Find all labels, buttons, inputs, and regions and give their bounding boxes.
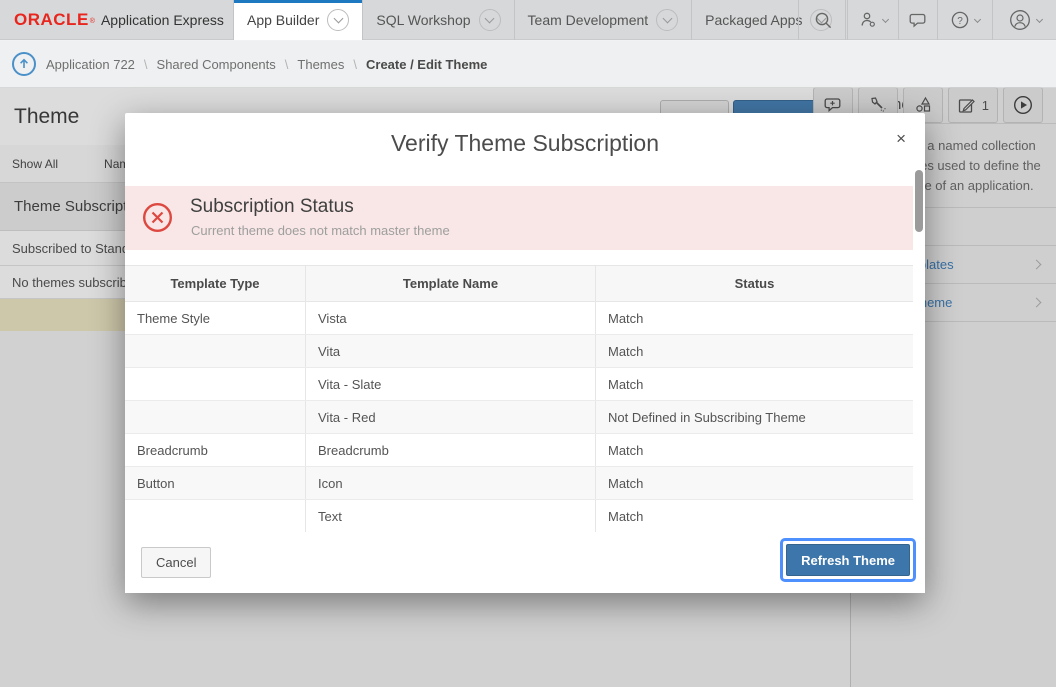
administration-icon [859, 11, 878, 29]
up-level-button[interactable] [12, 52, 36, 76]
nav-tab-label: App Builder [247, 12, 319, 28]
feedback-button[interactable] [898, 0, 937, 40]
search-button[interactable] [798, 0, 847, 40]
alert-title: Subscription Status [190, 196, 354, 218]
nav-tab-label: Team Development [528, 12, 649, 28]
breadcrumb-item[interactable]: Application 722 [46, 57, 135, 72]
dialog-body: Subscription Status Current theme does n… [125, 170, 925, 532]
column-header-template-name: Template Name [305, 266, 595, 301]
table-row: Vita - RedNot Defined in Subscribing The… [125, 401, 913, 434]
table-cell [125, 335, 305, 367]
refresh-theme-button[interactable]: Refresh Theme [786, 544, 910, 576]
table-header-row: Template TypeTemplate NameStatus [125, 266, 913, 302]
breadcrumb-bar: Application 722\Shared Components\Themes… [0, 41, 1056, 88]
breadcrumb: Application 722\Shared Components\Themes… [46, 41, 487, 88]
search-icon [814, 11, 833, 30]
table-cell: Vita - Slate [305, 368, 595, 400]
table-cell: Text [305, 500, 595, 532]
breadcrumb-item[interactable]: Shared Components [157, 57, 276, 72]
nav-utility-icons: ? [798, 0, 1056, 40]
table-cell: Vista [305, 302, 595, 334]
account-icon [1008, 8, 1032, 32]
nav-tab-label: Packaged Apps [705, 12, 802, 28]
chevron-down-icon [479, 9, 501, 31]
table-cell: Match [595, 302, 913, 334]
table-cell [125, 368, 305, 400]
table-row: ButtonIconMatch [125, 467, 913, 500]
breadcrumb-current: Create / Edit Theme [366, 57, 487, 72]
table-cell: Button [125, 467, 305, 499]
template-status-table: Template TypeTemplate NameStatus Theme S… [125, 265, 913, 532]
chevron-down-icon [1035, 15, 1042, 22]
nav-tab-label: SQL Workshop [376, 12, 470, 28]
table-cell: Vita [305, 335, 595, 367]
table-cell: Match [595, 500, 913, 532]
breadcrumb-separator: \ [135, 57, 157, 72]
table-row: Theme StyleVistaMatch [125, 302, 913, 335]
feedback-icon [908, 11, 928, 29]
table-cell [125, 500, 305, 532]
oracle-apex-logo: ORACLE ® Application Express [14, 0, 224, 40]
table-cell: Icon [305, 467, 595, 499]
help-icon: ? [950, 10, 970, 30]
registered-mark: ® [90, 18, 95, 25]
table-row: VitaMatch [125, 335, 913, 368]
close-icon[interactable]: × [896, 130, 906, 147]
chevron-down-icon [656, 9, 678, 31]
column-header-status: Status [595, 266, 913, 301]
table-cell: Vita - Red [305, 401, 595, 433]
table-row: BreadcrumbBreadcrumbMatch [125, 434, 913, 467]
table-row: TextMatch [125, 500, 913, 532]
table-cell: Match [595, 335, 913, 367]
breadcrumb-item[interactable]: Themes [297, 57, 344, 72]
breadcrumb-separator: \ [276, 57, 298, 72]
column-header-template-type: Template Type [125, 266, 305, 301]
table-cell: Breadcrumb [305, 434, 595, 466]
top-navigation-bar: ORACLE ® Application Express App Builder… [0, 0, 1056, 40]
dialog-title-bar: Verify Theme Subscription × [125, 113, 925, 170]
account-menu[interactable] [992, 0, 1056, 40]
table-cell [125, 401, 305, 433]
chevron-down-icon [327, 9, 349, 31]
chevron-down-icon [881, 15, 888, 22]
nav-tab-team-development[interactable]: Team Development [514, 0, 692, 40]
breadcrumb-separator: \ [344, 57, 366, 72]
nav-tab-app-builder[interactable]: App Builder [233, 0, 362, 40]
dialog-title: Verify Theme Subscription [125, 113, 925, 173]
oracle-wordmark: ORACLE [14, 10, 89, 30]
table-cell: Match [595, 434, 913, 466]
dialog-footer: Cancel Refresh Theme [125, 532, 925, 593]
table-cell: Match [595, 467, 913, 499]
nav-tabs: App Builder SQL Workshop Team Development P… [233, 0, 846, 40]
error-icon [142, 202, 173, 233]
table-cell: Theme Style [125, 302, 305, 334]
administration-menu[interactable] [847, 0, 898, 40]
arrow-up-icon [18, 58, 30, 70]
focus-ring: Refresh Theme [780, 538, 916, 582]
verify-theme-subscription-dialog: Verify Theme Subscription × Subscription… [125, 113, 925, 593]
table-row: Vita - SlateMatch [125, 368, 913, 401]
product-name: Application Express [101, 12, 224, 28]
dialog-scrollbar[interactable] [915, 170, 923, 232]
table-cell: Match [595, 368, 913, 400]
subscription-status-alert: Subscription Status Current theme does n… [125, 186, 913, 250]
cancel-button[interactable]: Cancel [141, 547, 211, 578]
help-menu[interactable]: ? [937, 0, 992, 40]
svg-text:?: ? [957, 16, 963, 27]
table-cell: Not Defined in Subscribing Theme [595, 401, 913, 433]
nav-tab-sql-workshop[interactable]: SQL Workshop [362, 0, 513, 40]
chevron-down-icon [974, 15, 981, 22]
alert-message: Current theme does not match master them… [191, 223, 450, 238]
table-cell: Breadcrumb [125, 434, 305, 466]
